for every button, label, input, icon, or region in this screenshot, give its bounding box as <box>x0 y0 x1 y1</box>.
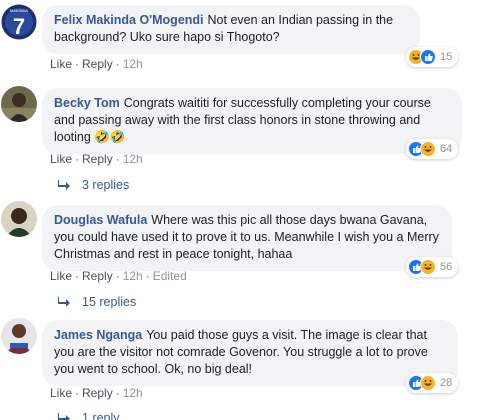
view-replies-link[interactable]: 3 replies <box>58 178 129 192</box>
separator-dot: · <box>75 152 80 166</box>
timestamp[interactable]: 12h <box>123 386 143 400</box>
comment-bubble: Felix Makinda O'Mogendi Not even an India… <box>42 5 420 54</box>
reply-link[interactable]: Reply <box>82 152 113 166</box>
reaction-summary[interactable]: 15 <box>406 47 459 67</box>
like-link[interactable]: Like <box>50 386 72 400</box>
profile-photo <box>1 86 37 122</box>
haha-reaction-icon <box>420 259 436 275</box>
separator-dot: · <box>115 152 120 166</box>
author-name[interactable]: Felix Makinda O'Mogendi <box>54 13 204 27</box>
profile-photo <box>1 318 37 354</box>
reaction-summary[interactable]: 56 <box>406 257 459 277</box>
edited-label[interactable]: Edited <box>153 269 187 283</box>
separator-dot: · <box>75 386 80 400</box>
comment-bubble: Becky Tom Congrats waititi for successful… <box>42 88 462 154</box>
reaction-count: 56 <box>440 261 453 273</box>
makinda-7-logo: MAKINDA 7 <box>1 4 37 40</box>
separator-dot: · <box>115 269 120 283</box>
reaction-count: 28 <box>440 377 453 389</box>
avatar[interactable] <box>1 318 37 354</box>
haha-reaction-icon <box>420 141 436 157</box>
reply-link[interactable]: Reply <box>82 269 113 283</box>
separator-dot: · <box>75 269 80 283</box>
separator-dot: · <box>115 386 120 400</box>
reply-arrow-icon <box>58 413 70 420</box>
view-replies-link[interactable]: 1 reply <box>58 411 120 420</box>
like-link[interactable]: Like <box>50 269 72 283</box>
separator-dot: · <box>115 57 120 71</box>
reply-link[interactable]: Reply <box>82 57 113 71</box>
author-name[interactable]: Douglas Wafula <box>54 213 147 227</box>
comment-actions: Like · Reply · 12h <box>50 152 143 166</box>
author-name[interactable]: James Nganga <box>54 328 142 342</box>
reply-arrow-icon <box>58 297 70 307</box>
replies-count-label: 1 reply <box>82 411 120 420</box>
reaction-summary[interactable]: 64 <box>406 139 459 159</box>
comment-bubble: Douglas Wafula Where was this pic all tho… <box>42 205 452 271</box>
like-link[interactable]: Like <box>50 152 72 166</box>
avatar[interactable] <box>1 86 37 122</box>
replies-count-label: 3 replies <box>82 178 130 192</box>
like-reaction-icon <box>420 49 436 65</box>
reaction-count: 15 <box>440 51 453 63</box>
avatar[interactable]: MAKINDA 7 <box>1 4 37 40</box>
reaction-count: 64 <box>440 143 453 155</box>
view-replies-link[interactable]: 15 replies <box>58 295 136 309</box>
reply-arrow-icon <box>58 180 70 190</box>
profile-photo <box>1 201 37 237</box>
timestamp[interactable]: 12h <box>123 269 143 283</box>
avatar[interactable] <box>1 201 37 237</box>
reaction-summary[interactable]: 28 <box>406 373 459 393</box>
like-link[interactable]: Like <box>50 57 72 71</box>
reply-link[interactable]: Reply <box>82 386 113 400</box>
separator-dot: · <box>145 269 150 283</box>
comment-actions: Like · Reply · 12h <box>50 57 143 71</box>
replies-count-label: 15 replies <box>82 295 137 309</box>
author-name[interactable]: Becky Tom <box>54 96 120 110</box>
haha-reaction-icon <box>420 375 436 391</box>
comment-bubble: James Nganga You paid those guys a visit.… <box>42 320 458 386</box>
svg-text:7: 7 <box>13 14 25 39</box>
timestamp[interactable]: 12h <box>123 57 143 71</box>
comment-actions: Like · Reply · 12h · Edited <box>50 269 187 283</box>
timestamp[interactable]: 12h <box>123 152 143 166</box>
svg-text:MAKINDA: MAKINDA <box>10 8 29 13</box>
separator-dot: · <box>75 57 80 71</box>
comment-actions: Like · Reply · 12h <box>50 386 143 400</box>
